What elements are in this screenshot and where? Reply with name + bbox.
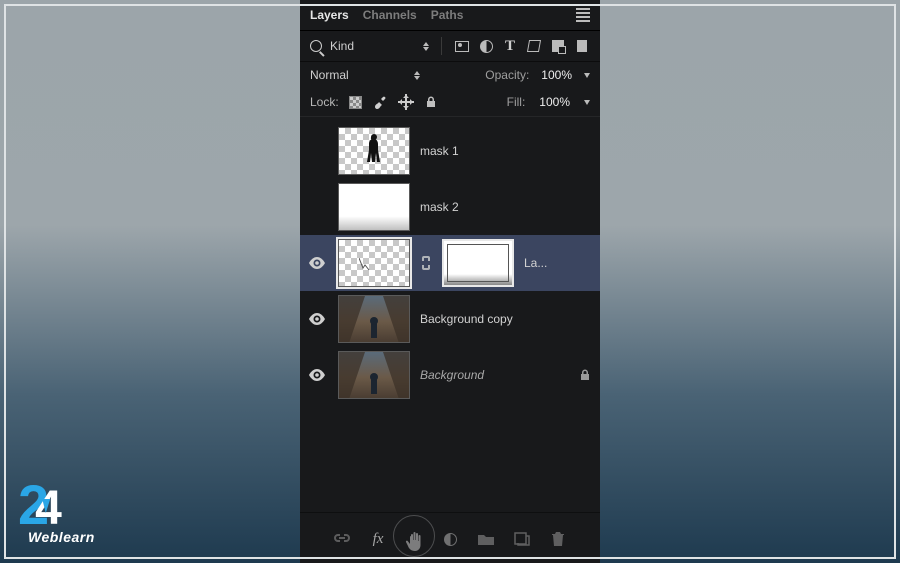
- new-layer-icon[interactable]: [512, 529, 532, 549]
- tab-layers[interactable]: Layers: [310, 8, 349, 22]
- dropdown-arrows-icon: [423, 42, 429, 51]
- layer-row[interactable]: Background: [300, 347, 600, 403]
- layer-thumbnail[interactable]: [338, 239, 410, 287]
- panel-tabs: Layers Channels Paths: [300, 0, 600, 31]
- layer-row[interactable]: Background copy: [300, 291, 600, 347]
- tab-paths[interactable]: Paths: [431, 8, 464, 22]
- layer-row-selected[interactable]: La...: [300, 235, 600, 291]
- filter-smartobject-icon[interactable]: [550, 38, 566, 54]
- blend-mode-dropdown[interactable]: Normal: [310, 68, 420, 82]
- layer-name[interactable]: La...: [524, 256, 592, 270]
- filter-special-icon[interactable]: [574, 38, 590, 54]
- layers-bottom-toolbar: fx: [300, 512, 600, 563]
- fill-label: Fill:: [507, 95, 526, 109]
- layer-thumbnail[interactable]: [338, 183, 410, 231]
- filter-kind-dropdown[interactable]: Kind: [330, 39, 415, 53]
- opacity-label: Opacity:: [485, 68, 529, 82]
- layer-thumbnail[interactable]: [338, 351, 410, 399]
- visibility-toggle[interactable]: [306, 313, 328, 325]
- new-group-icon[interactable]: [476, 529, 496, 549]
- link-layers-icon[interactable]: [332, 529, 352, 549]
- opacity-dropdown-icon[interactable]: [584, 73, 590, 78]
- lock-icon: [578, 368, 592, 382]
- search-icon: [310, 40, 322, 52]
- filter-pixel-icon[interactable]: [454, 38, 470, 54]
- lock-all-icon[interactable]: [424, 95, 438, 109]
- layer-thumbnail[interactable]: [338, 127, 410, 175]
- lock-position-icon[interactable]: [398, 94, 414, 110]
- lock-transparency-icon[interactable]: [349, 96, 362, 109]
- filter-adjustment-icon[interactable]: [478, 38, 494, 54]
- layers-panel: Layers Channels Paths Kind T Normal Opac…: [300, 0, 600, 563]
- watermark-logo: 2 4 Weblearn: [18, 477, 95, 545]
- layer-name[interactable]: mask 2: [420, 200, 592, 214]
- layer-fx-icon[interactable]: fx: [368, 529, 388, 549]
- filter-row: Kind T: [300, 31, 600, 62]
- add-mask-icon[interactable]: [404, 529, 424, 549]
- eye-icon: [308, 369, 326, 381]
- tab-channels[interactable]: Channels: [363, 8, 417, 22]
- lock-label: Lock:: [310, 95, 339, 109]
- eye-icon: [308, 313, 326, 325]
- panel-menu-icon[interactable]: [576, 6, 590, 24]
- layers-list: mask 1 mask 2 La... Backgroun: [300, 117, 600, 512]
- opacity-value[interactable]: 100%: [541, 68, 572, 82]
- layer-name[interactable]: mask 1: [420, 144, 592, 158]
- link-icon[interactable]: [420, 255, 432, 271]
- visibility-toggle[interactable]: [306, 369, 328, 381]
- layer-mask-thumbnail[interactable]: [442, 239, 514, 287]
- eye-icon: [308, 257, 326, 269]
- layer-name[interactable]: Background copy: [420, 312, 592, 326]
- delete-layer-icon[interactable]: [548, 529, 568, 549]
- layer-name[interactable]: Background: [420, 368, 568, 382]
- filter-type-icon[interactable]: T: [502, 38, 518, 54]
- lock-image-icon[interactable]: [372, 94, 388, 110]
- lock-row: Lock: Fill: 100%: [300, 88, 600, 116]
- adjustment-layer-icon[interactable]: [440, 529, 460, 549]
- blend-row: Normal Opacity: 100%: [300, 62, 600, 88]
- layer-row[interactable]: mask 1: [300, 123, 600, 179]
- fill-dropdown-icon[interactable]: [584, 100, 590, 105]
- visibility-toggle[interactable]: [306, 257, 328, 269]
- layer-row[interactable]: mask 2: [300, 179, 600, 235]
- layer-thumbnail[interactable]: [338, 295, 410, 343]
- filter-shape-icon[interactable]: [526, 38, 542, 54]
- logo-four: 4: [35, 485, 62, 533]
- fill-value[interactable]: 100%: [539, 95, 570, 109]
